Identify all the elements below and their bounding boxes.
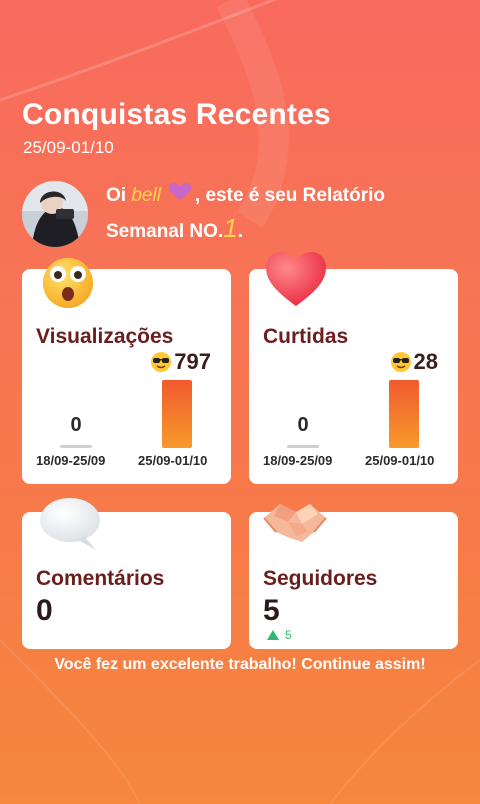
followers-label: Seguidores	[263, 567, 378, 590]
likes-label: Curtidas	[263, 325, 349, 348]
report-number: 1	[223, 213, 238, 244]
greeting-prefix: Oi	[106, 185, 127, 207]
greeting-middle: , este é seu Relatório	[194, 185, 385, 207]
arrow-up-icon	[267, 630, 279, 640]
footer-message: Você fez um excelente trabalho! Continue…	[54, 656, 426, 673]
greeting-text: Oi bell , este é seu Relatório Semanal NO…	[106, 180, 466, 248]
views-current-bar	[162, 380, 192, 448]
likes-previous-value: 0	[297, 414, 309, 436]
avatar-image	[22, 181, 88, 247]
followers-value: 5	[263, 594, 280, 627]
likes-current-number: 28	[413, 349, 438, 374]
sunglasses-face-icon	[390, 352, 411, 372]
views-current-value: 797	[150, 349, 211, 375]
speech-bubble-icon	[40, 498, 100, 550]
likes-current-range: 25/09-01/10	[365, 453, 435, 468]
comments-label: Comentários	[36, 567, 165, 590]
likes-current-bar	[389, 380, 419, 448]
avatar[interactable]	[22, 181, 88, 247]
views-current-number: 797	[174, 349, 211, 374]
greeting-username: bell	[131, 185, 161, 207]
views-previous-value: 0	[70, 414, 82, 436]
page-title: Conquistas Recentes	[22, 98, 331, 131]
likes-previous-range: 18/09-25/09	[263, 453, 333, 468]
likes-previous-bar	[287, 445, 319, 448]
greeting-suffix: .	[237, 221, 243, 243]
greeting-line2: Semanal NO.	[106, 221, 224, 243]
sunglasses-face-icon	[151, 352, 172, 372]
purple-heart-icon	[168, 180, 191, 212]
heart-icon	[266, 252, 326, 306]
date-range: 25/09-01/10	[23, 138, 114, 157]
followers-delta-value: 5	[285, 628, 292, 642]
comments-value: 0	[36, 594, 53, 627]
likes-current-value: 28	[390, 349, 438, 375]
views-current-range: 25/09-01/10	[138, 453, 208, 468]
views-previous-bar	[60, 445, 92, 448]
handshake-icon	[263, 504, 327, 542]
followers-delta: 5	[267, 628, 292, 642]
surprised-face-icon	[43, 258, 93, 308]
views-previous-range: 18/09-25/09	[36, 453, 106, 468]
views-label: Visualizações	[36, 325, 174, 348]
